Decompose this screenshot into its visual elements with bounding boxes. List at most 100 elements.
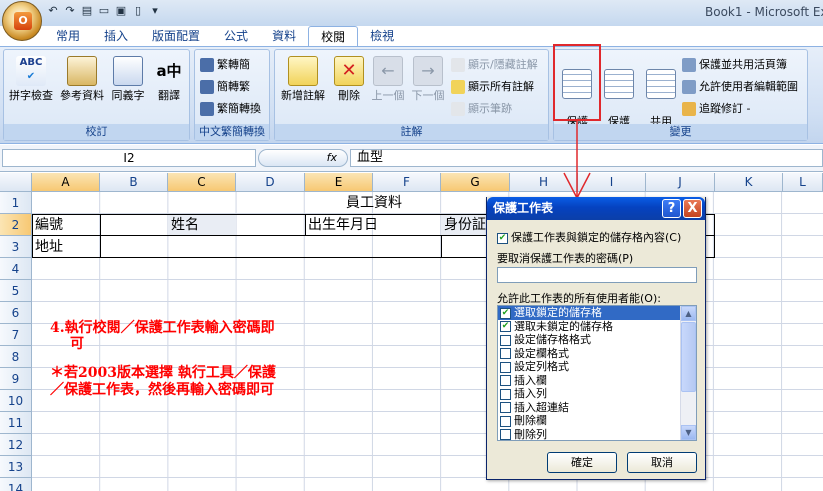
- column-header[interactable]: C: [168, 173, 236, 192]
- cell-a3[interactable]: 地址: [33, 236, 63, 258]
- row-header[interactable]: 8: [0, 346, 32, 368]
- scroll-up-icon[interactable]: ▲: [681, 306, 696, 321]
- checkbox-icon[interactable]: [500, 429, 511, 440]
- office-button[interactable]: O: [2, 1, 42, 41]
- list-item[interactable]: 設定儲存格格式: [498, 333, 680, 347]
- row-header[interactable]: 5: [0, 280, 32, 302]
- row-header[interactable]: 10: [0, 390, 32, 412]
- translate-button[interactable]: a中 翻譯: [150, 56, 188, 102]
- tab-data[interactable]: 資料: [260, 26, 308, 47]
- cell-g2[interactable]: 身份証: [442, 214, 486, 236]
- column-header[interactable]: B: [100, 173, 168, 192]
- protect-contents-checkbox[interactable]: ✔ 保護工作表與鎖定的儲存格內容(C): [497, 229, 681, 245]
- checkbox-icon[interactable]: ✔: [500, 321, 511, 332]
- simp-to-trad-button[interactable]: 簡轉繁: [200, 78, 250, 96]
- list-item[interactable]: 插入超連結: [498, 401, 680, 415]
- cell-e1[interactable]: 員工資料: [305, 192, 441, 214]
- list-item[interactable]: 刪除欄: [498, 414, 680, 428]
- column-header[interactable]: J: [646, 173, 715, 192]
- row-header[interactable]: 7: [0, 324, 32, 346]
- redo-icon[interactable]: ↷: [63, 4, 77, 18]
- checkbox-icon[interactable]: [500, 361, 511, 373]
- chinese-convert-button[interactable]: 繁簡轉換: [200, 100, 261, 118]
- pointer-arrow: [563, 121, 591, 200]
- undo-icon[interactable]: ↶: [46, 4, 60, 18]
- column-header[interactable]: E: [305, 173, 373, 192]
- research-button[interactable]: 參考資料: [58, 56, 106, 102]
- column-header[interactable]: F: [373, 173, 441, 192]
- column-header[interactable]: G: [441, 173, 510, 192]
- scroll-thumb[interactable]: [681, 322, 696, 392]
- save-icon[interactable]: ▣: [114, 4, 128, 18]
- insert-function-button[interactable]: fx: [258, 149, 348, 167]
- tab-review[interactable]: 校閱: [308, 26, 359, 47]
- tab-insert[interactable]: 插入: [92, 26, 140, 47]
- spell-check-button[interactable]: ABC ✔ 拼字檢查: [8, 56, 54, 102]
- list-item[interactable]: 刪除列: [498, 428, 680, 440]
- row-header[interactable]: 11: [0, 412, 32, 434]
- checkbox-icon[interactable]: [500, 375, 511, 386]
- tab-page-layout[interactable]: 版面配置: [140, 26, 212, 47]
- checkbox-icon[interactable]: [500, 415, 511, 427]
- allow-edit-ranges-icon: [682, 80, 696, 94]
- scroll-down-icon[interactable]: ▼: [681, 425, 696, 440]
- show-ink-button[interactable]: 顯示筆跡: [451, 100, 512, 118]
- cell-e2[interactable]: 出生年月日: [306, 214, 378, 236]
- track-changes-button[interactable]: 追蹤修訂 -: [682, 100, 750, 118]
- cancel-button[interactable]: 取消: [627, 452, 697, 473]
- close-button[interactable]: X: [683, 199, 702, 218]
- print-icon[interactable]: ▤: [80, 4, 94, 18]
- allow-edit-ranges-button[interactable]: 允許使用者編輯範圍: [682, 78, 798, 96]
- preview-icon[interactable]: ▭: [97, 4, 111, 18]
- checkbox-icon[interactable]: [500, 348, 511, 359]
- ok-button[interactable]: 確定: [547, 452, 617, 473]
- password-input[interactable]: [497, 267, 697, 283]
- protect-share-button[interactable]: 保護並共用活頁簿: [682, 56, 787, 74]
- column-header[interactable]: A: [32, 173, 100, 192]
- new-comment-button[interactable]: 新增註解: [279, 56, 327, 102]
- open-folder-icon[interactable]: ▯: [131, 4, 145, 18]
- tab-formulas[interactable]: 公式: [212, 26, 260, 47]
- checkbox-icon[interactable]: ✔: [500, 307, 511, 319]
- list-item[interactable]: 插入欄: [498, 374, 680, 388]
- checkbox-icon[interactable]: [500, 402, 511, 413]
- row-header[interactable]: 9: [0, 368, 32, 390]
- trad-to-simp-button[interactable]: 繁轉簡: [200, 56, 250, 74]
- row-header[interactable]: 2: [0, 214, 32, 236]
- column-header[interactable]: K: [715, 173, 783, 192]
- list-item[interactable]: ✔ 選取鎖定的儲存格: [498, 306, 680, 320]
- row-header[interactable]: 14: [0, 478, 32, 491]
- thesaurus-button[interactable]: 同義字: [108, 56, 148, 102]
- previous-comment-button[interactable]: ← 上一個: [369, 56, 407, 102]
- select-all-corner[interactable]: [0, 173, 32, 192]
- tab-view[interactable]: 檢視: [358, 26, 406, 47]
- list-scrollbar[interactable]: ▲ ▼: [680, 306, 696, 440]
- name-box[interactable]: I2: [2, 149, 256, 167]
- row-header[interactable]: 1: [0, 192, 32, 214]
- list-item[interactable]: 設定列格式: [498, 360, 680, 374]
- protect-contents-label: 保護工作表與鎖定的儲存格內容(C): [511, 231, 682, 244]
- permissions-list[interactable]: ✔ 選取鎖定的儲存格 ✔ 選取未鎖定的儲存格 設定儲存格格式 設定欄格式 設定列格式…: [497, 305, 697, 441]
- checkbox-icon[interactable]: [500, 388, 511, 400]
- cell-a2[interactable]: 編號: [33, 214, 63, 236]
- column-header[interactable]: L: [783, 173, 823, 192]
- column-header[interactable]: D: [236, 173, 305, 192]
- row-header[interactable]: 3: [0, 236, 32, 258]
- row-header[interactable]: 6: [0, 302, 32, 324]
- list-item[interactable]: 設定欄格式: [498, 347, 680, 361]
- show-all-comments-button[interactable]: 顯示所有註解: [451, 78, 534, 96]
- list-item[interactable]: ✔ 選取未鎖定的儲存格: [498, 320, 680, 334]
- row-header[interactable]: 12: [0, 434, 32, 456]
- show-hide-comment-button[interactable]: 顯示/隱藏註解: [451, 56, 538, 74]
- delete-comment-button[interactable]: ✕ 刪除: [331, 56, 367, 102]
- row-header[interactable]: 4: [0, 258, 32, 280]
- tab-home[interactable]: 常用: [44, 26, 92, 47]
- list-item[interactable]: 插入列: [498, 387, 680, 401]
- help-button[interactable]: ?: [662, 199, 681, 218]
- row-header[interactable]: 13: [0, 456, 32, 478]
- customize-qat-icon[interactable]: ▾: [148, 4, 162, 18]
- cell-c2[interactable]: 姓名: [169, 214, 199, 236]
- show-hide-comment-label: 顯示/隱藏註解: [468, 58, 538, 71]
- next-comment-button[interactable]: → 下一個: [409, 56, 447, 102]
- checkbox-icon[interactable]: [500, 334, 511, 346]
